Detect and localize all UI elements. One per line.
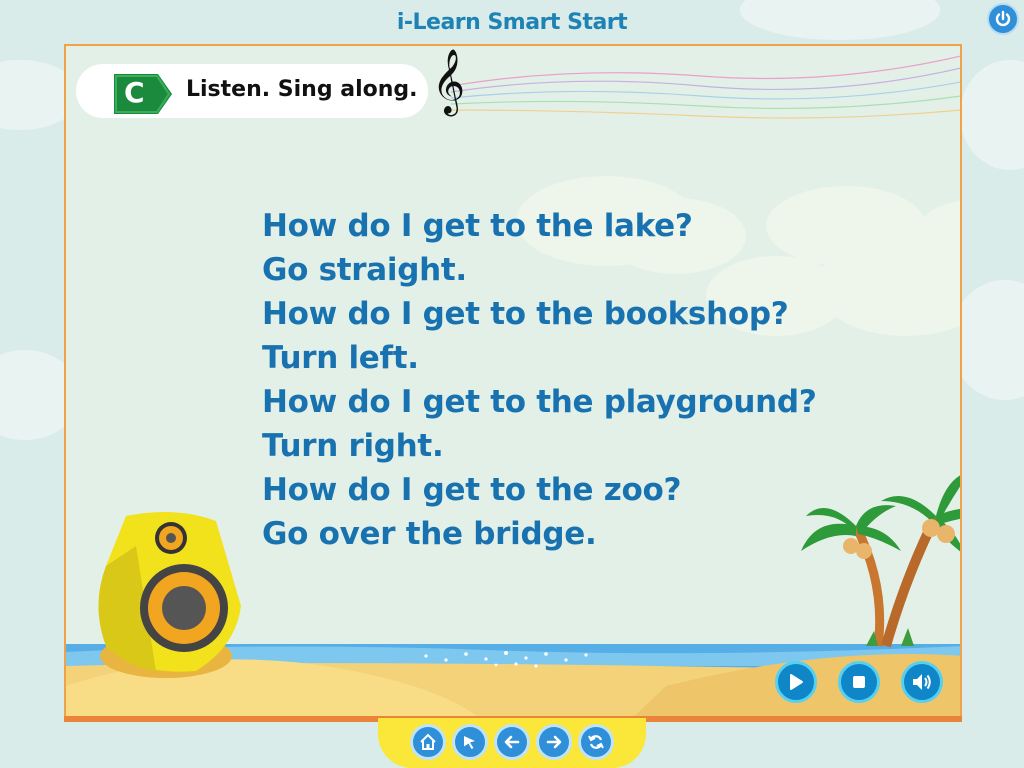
app-title: i-Learn Smart Start bbox=[396, 10, 628, 35]
lyric-line: How do I get to the lake? bbox=[262, 208, 693, 244]
pointer-button[interactable] bbox=[452, 724, 488, 760]
lyric-line: Go over the bridge. bbox=[262, 516, 597, 552]
refresh-icon bbox=[588, 735, 604, 749]
forward-button[interactable] bbox=[536, 724, 572, 760]
power-icon bbox=[995, 10, 1011, 27]
refresh-button[interactable] bbox=[578, 724, 614, 760]
lyric-line: How do I get to the playground? bbox=[262, 384, 817, 420]
power-button[interactable] bbox=[987, 3, 1019, 35]
stop-button[interactable] bbox=[838, 661, 880, 703]
navigation-bar bbox=[378, 718, 646, 768]
lyric-line: How do I get to the bookshop? bbox=[262, 296, 789, 332]
play-button[interactable] bbox=[775, 661, 817, 703]
forward-arrow-icon bbox=[546, 735, 562, 749]
volume-icon bbox=[913, 674, 931, 690]
play-icon bbox=[790, 674, 803, 690]
home-button[interactable] bbox=[410, 724, 446, 760]
volume-button[interactable] bbox=[901, 661, 943, 703]
lesson-frame: C Listen. Sing along. 𝄞 How do I get to … bbox=[64, 44, 962, 722]
back-button[interactable] bbox=[494, 724, 530, 760]
lyric-line: Go straight. bbox=[262, 252, 467, 288]
section-badge: C bbox=[112, 72, 174, 114]
instruction-text: Listen. Sing along. bbox=[186, 77, 418, 102]
home-icon bbox=[420, 733, 436, 750]
song-lyrics: How do I get to the lake? Go straight. H… bbox=[262, 204, 817, 556]
lyric-line: How do I get to the zoo? bbox=[262, 472, 682, 508]
back-arrow-icon bbox=[504, 735, 520, 749]
lyric-line: Turn right. bbox=[262, 428, 444, 464]
treble-clef-icon: 𝄞 bbox=[432, 49, 466, 114]
lyric-line: Turn left. bbox=[262, 340, 419, 376]
instruction-banner: C Listen. Sing along. bbox=[76, 64, 428, 118]
stop-icon bbox=[853, 676, 865, 688]
pointer-icon bbox=[464, 736, 475, 749]
music-staff-lines bbox=[451, 55, 960, 119]
section-letter: C bbox=[124, 76, 145, 109]
